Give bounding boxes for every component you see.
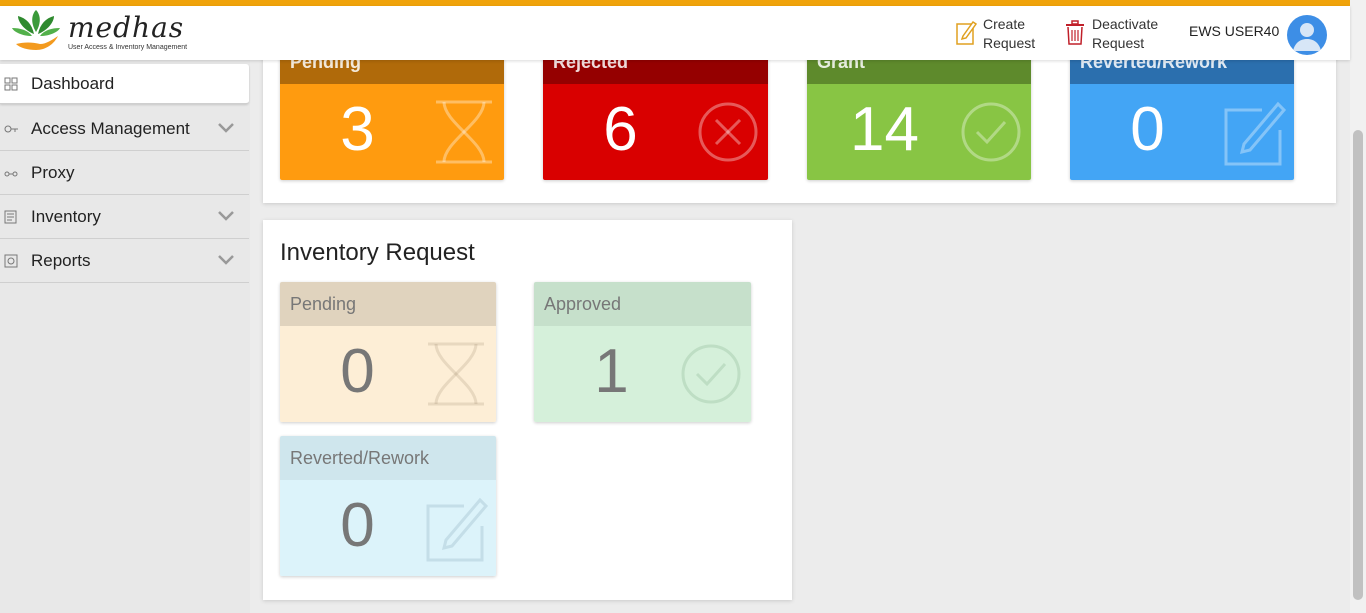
tile-value: 0	[340, 337, 375, 406]
inventory-request-title: Inventory Request	[280, 239, 475, 266]
logo-title: medhas	[68, 11, 185, 44]
deactivate-request-label-line2: Request	[1092, 35, 1145, 51]
sidebar-item-label: Dashboard	[31, 73, 115, 93]
deactivate-request-button[interactable]: Deactivate Request	[1064, 15, 1158, 53]
tile-label: Approved	[534, 282, 751, 326]
close-circle-icon	[696, 98, 760, 166]
tile-value: 6	[603, 95, 638, 164]
create-request-button[interactable]: Create Request	[955, 15, 1035, 53]
grid-icon	[4, 77, 18, 91]
access-grant-tile[interactable]: Grant 14	[807, 40, 1031, 180]
inventory-reverted-tile[interactable]: Reverted/Rework 0	[280, 436, 496, 576]
check-circle-icon	[959, 98, 1023, 166]
sidebar-item-reports[interactable]: Reports	[0, 239, 249, 283]
tile-label: Pending	[280, 282, 496, 326]
app-header: medhas User Access & Inventory Managemen…	[0, 6, 1350, 60]
vertical-scrollbar[interactable]	[1350, 0, 1366, 613]
sidebar-item-access-management[interactable]: Access Management	[0, 107, 249, 151]
inventory-approved-tile[interactable]: Approved 1	[534, 282, 751, 422]
access-rejected-tile[interactable]: Rejected 6	[543, 40, 768, 180]
report-icon	[4, 254, 18, 268]
sidebar-item-inventory[interactable]: Inventory	[0, 195, 249, 239]
edit-icon	[1222, 98, 1287, 166]
proxy-icon	[4, 166, 18, 180]
sidebar-item-dashboard[interactable]: Dashboard	[0, 64, 249, 104]
key-icon	[4, 122, 18, 136]
tile-label: Reverted/Rework	[280, 436, 496, 480]
sidebar-item-label: Proxy	[31, 162, 75, 182]
user-avatar-icon[interactable]	[1287, 15, 1327, 55]
tile-value: 0	[340, 491, 375, 560]
create-request-label-line2: Request	[983, 35, 1036, 51]
check-circle-icon	[679, 340, 743, 408]
chevron-down-icon[interactable]	[217, 209, 235, 221]
inventory-request-card: Inventory Request Pending 0 Approved 1 R…	[263, 220, 792, 600]
sidebar-item-label: Inventory	[31, 206, 101, 226]
hourglass-icon	[432, 98, 496, 166]
access-request-card: Pending 3 Rejected 6 Grant 14 Reverted/R…	[263, 40, 1336, 203]
sidebar-item-label: Access Management	[31, 118, 190, 138]
document-icon	[4, 210, 18, 224]
create-request-icon	[955, 18, 978, 51]
chevron-down-icon[interactable]	[217, 121, 235, 133]
hourglass-icon	[424, 340, 488, 408]
scrollbar-thumb[interactable]	[1353, 130, 1363, 600]
logo-hand-leaf-icon	[10, 8, 62, 56]
access-pending-tile[interactable]: Pending 3	[280, 40, 504, 180]
create-request-label-line1: Create	[983, 16, 1026, 32]
trash-icon	[1064, 18, 1086, 51]
edit-icon	[424, 494, 489, 562]
username-label[interactable]: EWS USER40	[1189, 23, 1279, 39]
tile-value: 1	[594, 337, 629, 406]
sidebar-item-label: Reports	[31, 250, 91, 270]
sidebar-item-proxy[interactable]: Proxy	[0, 151, 249, 195]
tile-value: 0	[1130, 95, 1165, 164]
access-reverted-tile[interactable]: Reverted/Rework 0	[1070, 40, 1294, 180]
tile-value: 14	[850, 95, 919, 164]
sidebar: Dashboard Access Management Proxy Invent…	[0, 60, 250, 613]
deactivate-request-label-line1: Deactivate	[1092, 16, 1159, 32]
logo-subtitle: User Access & Inventory Management	[68, 44, 188, 51]
chevron-down-icon[interactable]	[217, 253, 235, 265]
inventory-pending-tile[interactable]: Pending 0	[280, 282, 496, 422]
app-logo[interactable]: medhas User Access & Inventory Managemen…	[10, 8, 187, 56]
tile-value: 3	[340, 95, 375, 164]
